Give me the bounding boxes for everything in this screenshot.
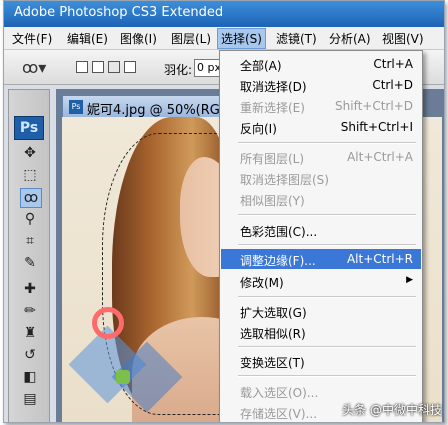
menu-item-label: 色彩范围(C)... <box>240 225 318 239</box>
menu-item-label: 变换选区(T) <box>240 356 305 370</box>
menu-item-all-layers[interactable]: 所有图层(L) Alt+Ctrl+A <box>221 147 421 167</box>
crop-icon[interactable]: ⌗ <box>20 232 40 250</box>
menu-separator <box>238 142 416 144</box>
toolbox: Ps ✥ ⬚ ꝏ ⚲ ⌗ ✎ ✚ ✏ ♜ ↺ ◧ ▤ <box>8 89 50 422</box>
menu-item-deselect[interactable]: 取消选择(D) Ctrl+D <box>221 75 421 95</box>
menu-item-label: 取消选择图层(S) <box>240 173 329 187</box>
menu-edit[interactable]: 编辑(E) <box>67 30 108 47</box>
menu-item-transform-selection[interactable]: 变换选区(T) <box>221 351 421 371</box>
menu-item-label: 载入选区(O)... <box>240 386 319 400</box>
menu-item-inverse[interactable]: 反向(I) Shift+Ctrl+I <box>221 117 421 137</box>
menu-separator <box>238 244 416 246</box>
menu-item-shortcut: Shift+Ctrl+D <box>335 99 413 113</box>
menu-item-label: 重新选择(E) <box>240 101 305 115</box>
menu-item-deselect-layers[interactable]: 取消选择图层(S) <box>221 168 421 188</box>
watermark-text: 头条 @中微中科技 <box>342 403 442 417</box>
clone-stamp-icon[interactable]: ♜ <box>20 324 40 342</box>
menu-item-shortcut: Ctrl+D <box>372 78 413 92</box>
menu-item-shortcut: Ctrl+A <box>373 57 413 71</box>
menu-select[interactable]: 选择(S) <box>217 28 266 49</box>
marquee-icon[interactable]: ⬚ <box>20 166 40 184</box>
title-bar: Adobe Photoshop CS3 Extended <box>4 1 444 27</box>
gradient-icon[interactable]: ▤ <box>20 390 40 408</box>
menu-image[interactable]: 图像(I) <box>120 30 157 47</box>
menu-item-label: 选取相似(R) <box>240 327 306 341</box>
menu-item-label: 取消选择(D) <box>240 80 307 94</box>
menu-item-similar[interactable]: 选取相似(R) <box>221 322 421 342</box>
menu-item-modify[interactable]: 修改(M) ▶ <box>221 271 421 291</box>
menu-item-label: 存储选区(V)... <box>240 407 318 421</box>
brush-icon[interactable]: ✏ <box>20 302 40 320</box>
lasso-tool-preset-icon[interactable]: ꝏ▾ <box>22 58 52 78</box>
healing-brush-icon[interactable]: ✚ <box>20 280 40 298</box>
menu-item-shortcut: Alt+Ctrl+R <box>346 252 413 266</box>
history-brush-icon[interactable]: ↺ <box>20 346 40 364</box>
menu-filter[interactable]: 滤镜(T) <box>276 30 317 47</box>
menu-item-label: 反向(I) <box>240 122 277 136</box>
menu-item-load-selection[interactable]: 载入选区(O)... <box>221 381 421 401</box>
menu-separator <box>238 346 416 348</box>
menu-view[interactable]: 视图(V) <box>382 30 424 47</box>
menu-bar: 文件(F) 编辑(E) 图像(I) 图层(L) 选择(S) 滤镜(T) 分析(A… <box>4 27 444 50</box>
menu-item-label: 所有图层(L) <box>240 152 305 166</box>
slice-icon[interactable]: ✎ <box>20 254 40 272</box>
menu-separator <box>238 375 416 377</box>
submenu-arrow-icon: ▶ <box>406 275 413 285</box>
menu-file[interactable]: 文件(F) <box>12 30 52 47</box>
menu-separator <box>238 296 416 298</box>
lasso-icon[interactable]: ꝏ <box>20 188 42 208</box>
ps-logo: Ps <box>14 116 44 140</box>
add-to-selection-icon[interactable] <box>92 61 104 73</box>
menu-item-refine-edge[interactable]: 调整边缘(F)... Alt+Ctrl+R <box>221 249 421 269</box>
magic-wand-icon[interactable]: ⚲ <box>20 210 40 228</box>
watermark-logo-green <box>116 370 130 384</box>
menu-analysis[interactable]: 分析(A) <box>329 30 371 47</box>
subtract-from-selection-icon[interactable] <box>108 61 120 73</box>
document-title: 妮可4.jpg @ 50%(RGB/ <box>87 103 234 118</box>
menu-layer[interactable]: 图层(L) <box>171 30 211 47</box>
feather-label: 羽化: <box>164 63 193 77</box>
menu-item-label: 全部(A) <box>240 59 282 73</box>
menu-item-shortcut: Alt+Ctrl+A <box>347 150 413 164</box>
watermark-logo-ring <box>92 307 124 339</box>
menu-item-label: 调整边缘(F)... <box>240 254 316 268</box>
menu-item-label: 修改(M) <box>240 276 284 290</box>
menu-item-grow[interactable]: 扩大选取(G) <box>221 301 421 321</box>
menu-item-reselect[interactable]: 重新选择(E) Shift+Ctrl+D <box>221 96 421 116</box>
menu-item-select-all[interactable]: 全部(A) Ctrl+A <box>221 54 421 74</box>
intersect-selection-icon[interactable] <box>124 61 136 73</box>
ps-file-icon: Ps <box>69 100 83 114</box>
menu-item-similar-layers[interactable]: 相似图层(Y) <box>221 189 421 209</box>
menu-item-label: 扩大选取(G) <box>240 306 307 320</box>
menu-item-shortcut: Shift+Ctrl+I <box>340 120 413 134</box>
menu-item-color-range[interactable]: 色彩范围(C)... <box>221 220 421 240</box>
menu-separator <box>238 214 416 216</box>
photoshop-window: Adobe Photoshop CS3 Extended 文件(F) 编辑(E)… <box>3 0 445 423</box>
move-icon[interactable]: ✥ <box>20 144 40 162</box>
menu-item-label: 相似图层(Y) <box>240 194 305 208</box>
new-selection-icon[interactable] <box>76 61 88 73</box>
feather-input[interactable]: 0 px <box>194 59 222 77</box>
eraser-icon[interactable]: ◧ <box>20 368 40 386</box>
window-title: Adobe Photoshop CS3 Extended <box>14 5 224 20</box>
select-menu-dropdown: 全部(A) Ctrl+A 取消选择(D) Ctrl+D 重新选择(E) Shif… <box>219 50 423 422</box>
